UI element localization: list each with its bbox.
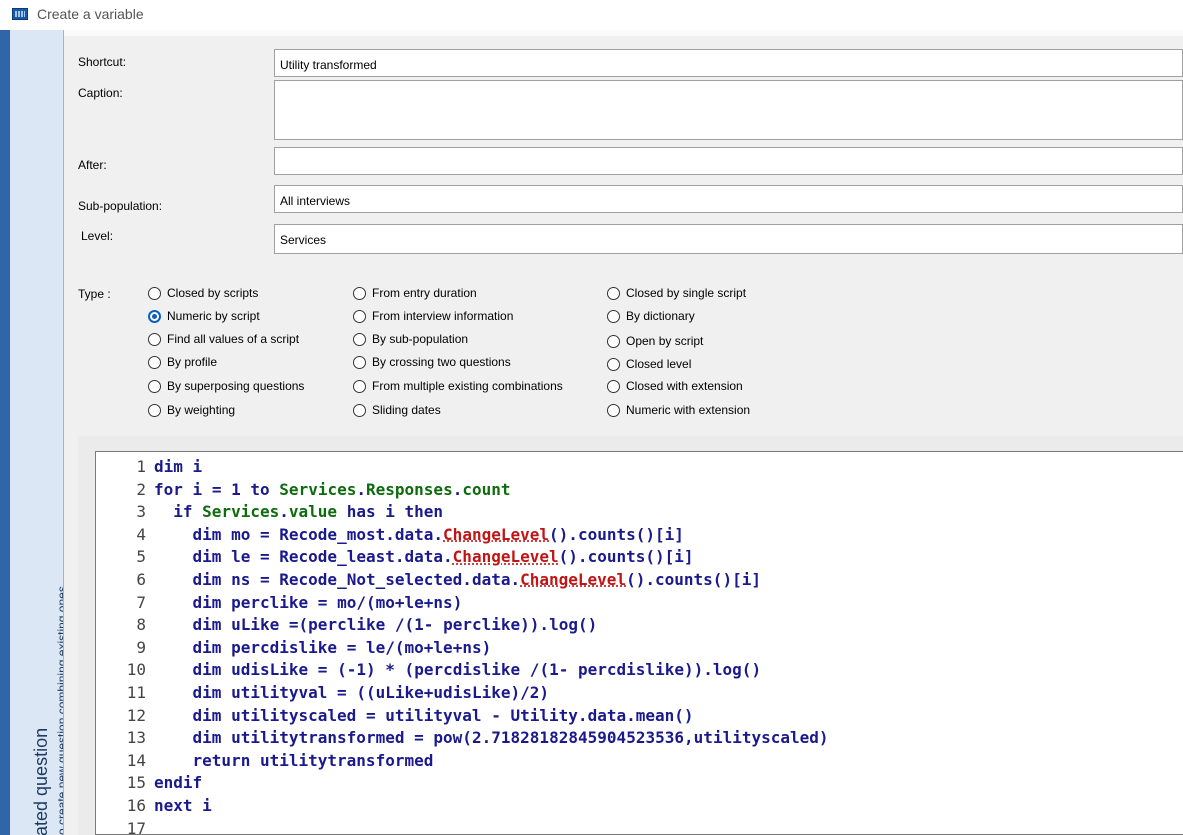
radio-icon (148, 379, 161, 393)
type-by-dictionary[interactable]: By dictionary (607, 308, 695, 324)
line-number: 2 (136, 479, 146, 499)
shortcut-label: Shortcut: (78, 55, 127, 69)
line-number: 14 (126, 750, 146, 770)
subpopulation-select[interactable]: All interviews (274, 185, 1183, 213)
type-closed-by-single-script[interactable]: Closed by single script (607, 285, 746, 301)
type-sliding-dates[interactable]: Sliding dates (353, 402, 441, 418)
type-by-crossing[interactable]: By crossing two questions (353, 354, 511, 370)
type-numeric-by-script[interactable]: Numeric by script (148, 308, 260, 324)
line-number: 16 (126, 796, 146, 815)
code-line[interactable]: dim ns = Recode_Not_selected.data.Change… (154, 569, 761, 592)
code-line[interactable]: dim i (154, 456, 202, 479)
title-bar: Create a variable (0, 0, 1183, 30)
radio-icon (148, 332, 161, 346)
code-line[interactable]: endif (154, 772, 202, 795)
app-icon (12, 8, 28, 20)
type-by-profile[interactable]: By profile (148, 354, 217, 370)
code-line[interactable]: dim utilitytransformed = pow(2.718281828… (154, 727, 829, 750)
side-strip (0, 30, 10, 835)
type-by-sub-population[interactable]: By sub-population (353, 331, 468, 347)
line-number: 1 (136, 457, 146, 476)
radio-icon (353, 379, 366, 393)
subpopulation-label: Sub-population: (78, 199, 163, 213)
type-closed-with-extension[interactable]: Closed with extension (607, 378, 743, 394)
code-line[interactable]: next i (154, 795, 212, 818)
code-line[interactable]: dim udisLike = (-1) * (percdislike /(1- … (154, 659, 762, 682)
type-find-all-values[interactable]: Find all values of a script (148, 331, 299, 347)
type-from-entry-duration[interactable]: From entry duration (353, 285, 477, 301)
code-line[interactable]: if Services.value has i then (154, 501, 443, 524)
code-line[interactable]: return utilitytransformed (154, 750, 434, 773)
line-number: 4 (136, 524, 146, 544)
radio-icon (148, 355, 161, 369)
code-line[interactable]: dim perclike = mo/(mo+le+ns) (154, 592, 463, 615)
type-numeric-with-extension[interactable]: Numeric with extension (607, 402, 750, 418)
radio-icon (607, 357, 620, 371)
side-hint: o create new question combining existing… (55, 586, 64, 835)
type-by-superposing[interactable]: By superposing questions (148, 378, 304, 394)
line-number: 10 (126, 660, 146, 680)
radio-icon (607, 334, 620, 348)
line-number: 12 (126, 705, 146, 725)
level-select[interactable]: Services (274, 224, 1183, 254)
after-select[interactable] (274, 147, 1183, 175)
type-from-multiple-combinations[interactable]: From multiple existing combinations (353, 378, 563, 394)
radio-icon (148, 286, 161, 300)
line-number: 13 (126, 728, 146, 748)
caption-label: Caption: (78, 86, 123, 100)
radio-icon (607, 309, 620, 323)
code-line[interactable]: for i = 1 to Services.Responses.count (154, 479, 511, 502)
code-line[interactable]: dim mo = Recode_most.data.ChangeLevel().… (154, 524, 684, 547)
type-label: Type : (78, 287, 111, 301)
type-closed-by-scripts[interactable]: Closed by scripts (148, 285, 258, 301)
radio-icon (607, 379, 620, 393)
radio-icon (607, 286, 620, 300)
radio-icon (353, 309, 366, 323)
variable-form: Shortcut: Utility transformed Caption: A… (64, 30, 1183, 835)
line-number: 11 (126, 683, 146, 702)
code-line[interactable]: dim utilityscaled = utilityval - Utility… (154, 705, 694, 728)
radio-icon (353, 403, 366, 417)
code-line[interactable]: dim uLike =(perclike /(1- perclike)).log… (154, 614, 598, 637)
radio-selected-icon (148, 309, 161, 323)
type-open-by-script[interactable]: Open by script (607, 333, 703, 349)
window-title: Create a variable (37, 6, 144, 22)
radio-icon (607, 403, 620, 417)
radio-icon (148, 403, 161, 417)
code-line[interactable]: dim percdislike = le/(mo+le+ns) (154, 637, 492, 660)
script-editor-panel: 1 2 3 4 5 6 7 8 9 10 11 12 13 14 15 16 17 dim i for i = 1… (78, 436, 1183, 835)
line-number: 9 (136, 637, 146, 657)
code-line[interactable]: dim le = Recode_least.data.ChangeLevel()… (154, 546, 694, 569)
caption-input[interactable] (274, 80, 1183, 140)
line-number: 7 (136, 592, 146, 612)
level-label: Level: (81, 229, 114, 243)
type-closed-level[interactable]: Closed level (607, 356, 691, 372)
line-number: 3 (136, 502, 146, 522)
type-from-interview-info[interactable]: From interview information (353, 308, 513, 324)
code-line[interactable]: dim utilityval = ((uLike+udisLike)/2) (154, 682, 550, 705)
form-top-divider (64, 30, 1183, 36)
side-panel: o create new question combining existing… (0, 30, 64, 835)
script-editor[interactable]: 1 2 3 4 5 6 7 8 9 10 11 12 13 14 15 16 17 dim i for i = 1… (95, 451, 1183, 835)
side-heading: ated question (31, 727, 51, 835)
line-number: 8 (136, 615, 146, 635)
shortcut-input[interactable]: Utility transformed (274, 49, 1183, 77)
type-by-weighting[interactable]: By weighting (148, 402, 235, 418)
line-number: 5 (136, 547, 146, 567)
after-label: After: (78, 158, 107, 172)
line-number: 15 (126, 773, 146, 793)
line-number: 17 (126, 818, 146, 835)
line-number: 6 (136, 570, 146, 589)
radio-icon (353, 355, 366, 369)
radio-icon (353, 286, 366, 300)
radio-icon (353, 332, 366, 346)
